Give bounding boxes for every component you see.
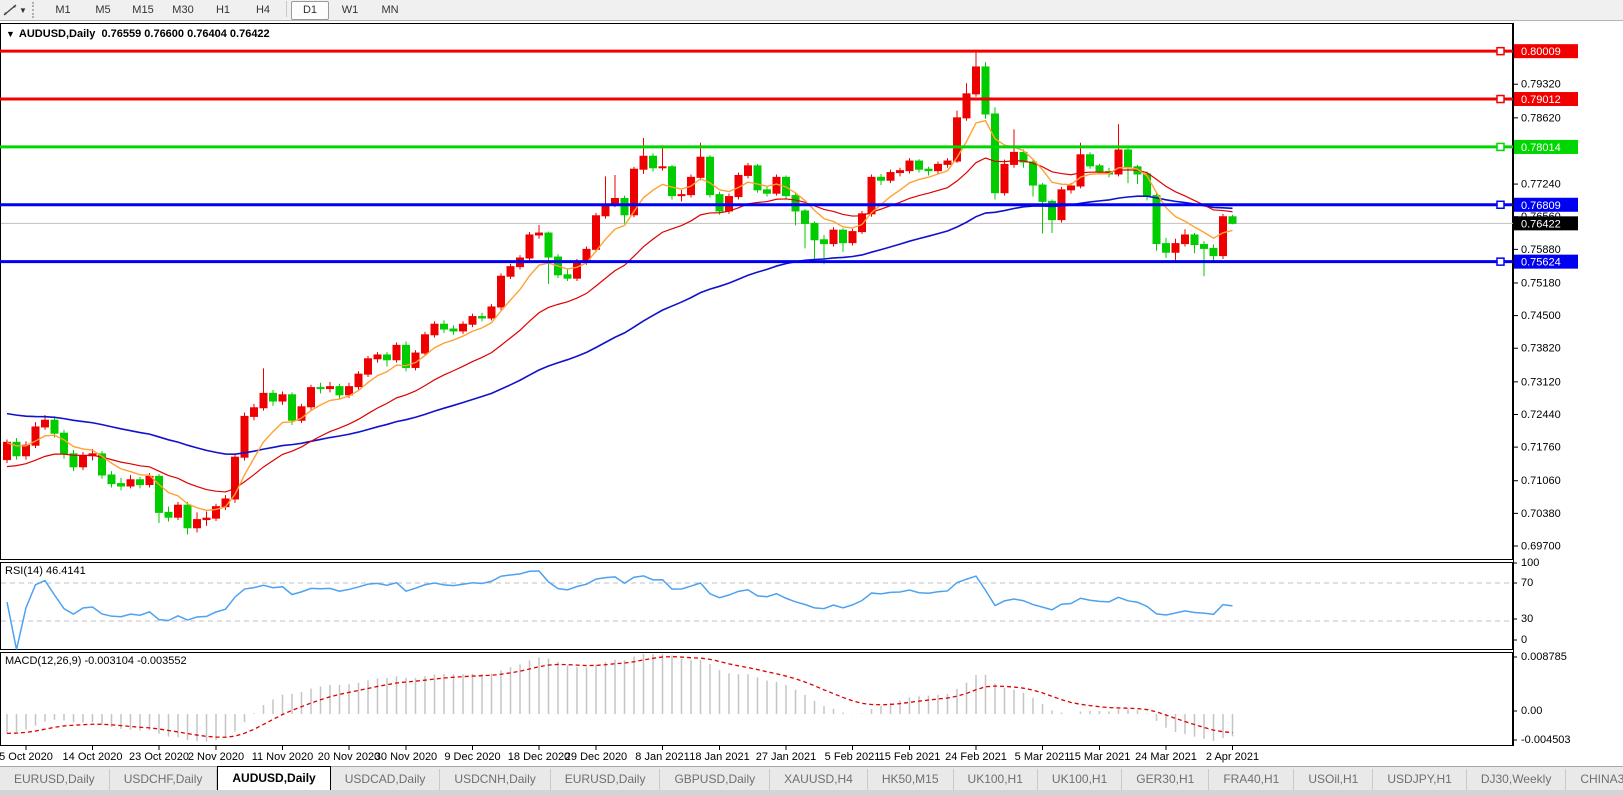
svg-text:18 Jan 2021: 18 Jan 2021 — [689, 751, 750, 763]
svg-text:0: 0 — [1521, 634, 1527, 646]
chart-tab-usdjpy-h1[interactable]: USDJPY,H1 — [1373, 769, 1467, 790]
svg-text:0.69700: 0.69700 — [1521, 541, 1561, 553]
symbol-name: AUDUSD,Daily — [18, 28, 96, 40]
svg-text:18 Dec 2020: 18 Dec 2020 — [508, 751, 570, 763]
svg-text:0.79320: 0.79320 — [1521, 79, 1561, 91]
svg-text:0.78014: 0.78014 — [1521, 142, 1561, 154]
chart-tab-usdchf-daily[interactable]: USDCHF,Daily — [109, 769, 218, 790]
rsi-indicator-label: RSI(14) 46.4141 — [5, 565, 86, 577]
chart-tab-bar: EURUSD,Daily USDCHF,Daily AUDUSD,Daily USDC… — [0, 766, 1623, 790]
svg-text:0.80009: 0.80009 — [1521, 46, 1561, 58]
svg-text:0.74500: 0.74500 — [1521, 310, 1561, 322]
chart-tab-uk100-h1[interactable]: UK100,H1 — [1037, 769, 1123, 790]
chart-canvas[interactable]: 0.793200.786200.779400.772400.765600.758… — [0, 0, 1623, 796]
chart-title: ▼ AUDUSD,Daily 0.76559 0.76600 0.76404 0.… — [6, 28, 270, 40]
svg-text:5 Mar 2021: 5 Mar 2021 — [1015, 751, 1071, 763]
chart-tab-uk100-h1[interactable]: UK100,H1 — [953, 769, 1038, 790]
svg-text:0.72440: 0.72440 — [1521, 409, 1561, 421]
svg-text:20 Nov 2020: 20 Nov 2020 — [318, 751, 380, 763]
chart-tab-gbpusd-daily[interactable]: GBPUSD,Daily — [660, 769, 771, 790]
svg-text:0.00: 0.00 — [1521, 705, 1542, 717]
svg-text:0.70380: 0.70380 — [1521, 508, 1561, 520]
svg-text:9 Dec 2020: 9 Dec 2020 — [444, 751, 500, 763]
svg-text:5 Oct 2020: 5 Oct 2020 — [0, 751, 53, 763]
chart-tab-audusd-daily[interactable]: AUDUSD,Daily — [217, 766, 331, 790]
symbol-dropdown-icon[interactable]: ▼ — [6, 29, 15, 39]
chart-tab-eurusd-daily[interactable]: EURUSD,Daily — [0, 769, 110, 790]
svg-text:15 Feb 2021: 15 Feb 2021 — [879, 751, 941, 763]
svg-text:27 Jan 2021: 27 Jan 2021 — [756, 751, 817, 763]
svg-text:0.76422: 0.76422 — [1521, 218, 1561, 230]
svg-text:70: 70 — [1521, 577, 1533, 589]
svg-text:0.75624: 0.75624 — [1521, 257, 1561, 269]
svg-text:23 Oct 2020: 23 Oct 2020 — [129, 751, 189, 763]
svg-text:30 Nov 2020: 30 Nov 2020 — [375, 751, 437, 763]
svg-text:0.79012: 0.79012 — [1521, 94, 1561, 106]
svg-text:14 Oct 2020: 14 Oct 2020 — [63, 751, 123, 763]
chart-tab-xauusd-h4[interactable]: XAUUSD,H4 — [770, 769, 868, 790]
svg-text:100: 100 — [1521, 557, 1539, 569]
svg-text:8 Jan 2021: 8 Jan 2021 — [635, 751, 689, 763]
chart-tab-eurusd-daily[interactable]: EURUSD,Daily — [550, 769, 661, 790]
ohlc-values: 0.76559 0.76600 0.76404 0.76422 — [101, 28, 270, 40]
trading-platform-window: ▼ M1 M5 M15 M30 H1 H4 D1 W1 MN 0.79320 0.78620 0.7… — [0, 0, 1623, 796]
svg-text:30: 30 — [1521, 613, 1533, 625]
svg-text:0.73820: 0.73820 — [1521, 343, 1561, 355]
chart-tab-ger30-h1[interactable]: GER30,H1 — [1122, 769, 1210, 790]
chart-tab-fra40-h1[interactable]: FRA40,H1 — [1209, 769, 1295, 790]
svg-text:29 Dec 2020: 29 Dec 2020 — [565, 751, 627, 763]
svg-text:15 Mar 2021: 15 Mar 2021 — [1069, 751, 1131, 763]
chart-tab-usoil-h1[interactable]: USOil,H1 — [1294, 769, 1374, 790]
svg-text:2 Nov 2020: 2 Nov 2020 — [188, 751, 244, 763]
macd-indicator-label: MACD(12,26,9) -0.003104 -0.003552 — [5, 655, 187, 667]
svg-text:5 Feb 2021: 5 Feb 2021 — [825, 751, 881, 763]
chart-tab-dj30-weekly[interactable]: DJ30,Weekly — [1466, 769, 1567, 790]
svg-text:0.78620: 0.78620 — [1521, 112, 1561, 124]
svg-text:0.75880: 0.75880 — [1521, 244, 1561, 256]
chart-tab-hk50-m15[interactable]: HK50,M15 — [867, 769, 954, 790]
chart-tab-usdcnh-daily[interactable]: USDCNH,Daily — [440, 769, 551, 790]
svg-text:0.76809: 0.76809 — [1521, 200, 1561, 212]
svg-text:0.73120: 0.73120 — [1521, 376, 1561, 388]
svg-text:0.77240: 0.77240 — [1521, 179, 1561, 191]
status-strip — [0, 790, 1623, 796]
chart-tab-usdcad-daily[interactable]: USDCAD,Daily — [330, 769, 441, 790]
svg-text:0.75180: 0.75180 — [1521, 277, 1561, 289]
svg-text:2 Apr 2021: 2 Apr 2021 — [1206, 751, 1259, 763]
svg-text:11 Nov 2020: 11 Nov 2020 — [252, 751, 314, 763]
svg-text:0.71060: 0.71060 — [1521, 475, 1561, 487]
svg-text:24 Feb 2021: 24 Feb 2021 — [945, 751, 1007, 763]
chart-tab-china300-h1[interactable]: CHINA300,H1 — [1566, 769, 1623, 790]
svg-text:24 Mar 2021: 24 Mar 2021 — [1135, 751, 1197, 763]
svg-text:0.008785: 0.008785 — [1521, 651, 1567, 663]
svg-text:0.71760: 0.71760 — [1521, 442, 1561, 454]
svg-text:-0.004503: -0.004503 — [1521, 734, 1571, 746]
